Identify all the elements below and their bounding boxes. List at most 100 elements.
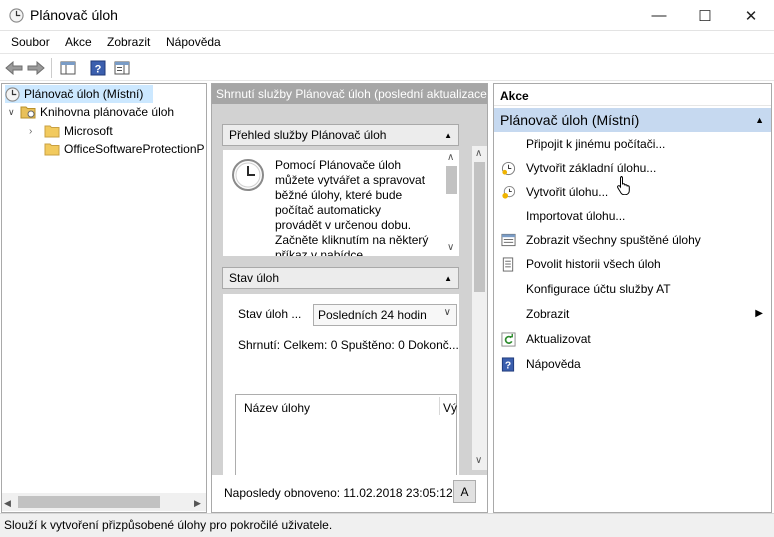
action-label: Zobrazit — [526, 307, 570, 321]
clock-icon — [5, 86, 20, 102]
console-tree-icon — [60, 61, 76, 75]
scroll-thumb[interactable] — [474, 162, 485, 292]
status-bar: Slouží k vytvoření přizpůsobené úlohy pr… — [0, 513, 774, 537]
summary-header: Shrnutí služby Plánovač úloh (poslední a… — [212, 84, 487, 104]
tree-item-office-protection[interactable]: OfficeSoftwareProtectionP — [29, 140, 205, 158]
overview-text: Pomocí Plánovače úloh můžete vytvářet a … — [275, 158, 429, 256]
forward-arrow-icon — [27, 61, 45, 75]
toolbar-separator — [51, 58, 52, 78]
hand-cursor-icon — [617, 176, 630, 195]
actions-header: Akce — [494, 84, 771, 106]
action-enable-history[interactable]: Povolit historii všech úloh — [495, 252, 771, 276]
action-label: Zobrazit všechny spuštěné úlohy — [526, 233, 701, 247]
action-label: Vytvořit úlohu... — [526, 185, 609, 199]
clock-icon — [9, 8, 24, 23]
action-label: Nápověda — [526, 357, 581, 371]
status-period-value: Posledních 24 hodin — [318, 308, 427, 322]
show-hide-action-pane-button[interactable] — [112, 58, 132, 78]
tree-item-root[interactable]: Plánovač úloh (Místní) — [5, 85, 153, 103]
overview-body: Pomocí Plánovače úloh můžete vytvářet a … — [223, 150, 459, 256]
close-icon: ✕ — [744, 7, 758, 25]
column-divider[interactable] — [439, 397, 440, 415]
column-header-result[interactable]: Vý — [443, 401, 457, 415]
action-label: Aktualizovat — [526, 332, 591, 346]
action-pane-icon — [114, 61, 130, 75]
action-import-task[interactable]: Importovat úlohu... — [495, 204, 771, 228]
svg-text:?: ? — [505, 360, 511, 371]
svg-text:?: ? — [95, 64, 102, 76]
submenu-arrow-icon: ▶ — [755, 308, 763, 319]
forward-button[interactable] — [26, 58, 46, 78]
action-label: Konfigurace účtu služby AT — [526, 282, 671, 296]
console-tree[interactable]: Plánovač úloh (Místní) ∨ Knihovna plánov… — [1, 83, 207, 513]
menu-help[interactable]: Nápověda — [166, 35, 221, 49]
action-show-running-tasks[interactable]: Zobrazit všechny spuštěné úlohy — [495, 228, 771, 252]
action-view[interactable]: Zobrazit ▶ — [495, 302, 771, 326]
scroll-up-icon[interactable]: ∧ — [475, 148, 482, 159]
maximize-button[interactable]: ☐ — [682, 0, 728, 31]
library-folder-icon — [20, 106, 36, 119]
action-label: Povolit historii všech úloh — [526, 257, 661, 271]
status-label: Stav úloh ... — [238, 307, 302, 321]
title-bar[interactable]: Plánovač úloh — ☐ ✕ — [0, 0, 774, 31]
tree-item-library[interactable]: ∨ Knihovna plánovače úloh — [8, 103, 174, 121]
summary-scrollbar[interactable]: ∧ ∨ — [472, 146, 487, 470]
action-create-task[interactable]: Vytvořit úlohu... — [495, 180, 771, 204]
tree-item-microsoft[interactable]: › Microsoft — [29, 122, 113, 140]
minimize-icon: — — [651, 7, 667, 24]
running-tasks-icon — [500, 232, 516, 248]
scroll-down-icon[interactable]: ∨ — [447, 242, 454, 253]
action-connect[interactable]: Připojit k jinému počítači... — [495, 132, 771, 156]
help-icon: ? — [90, 60, 106, 76]
action-create-basic-task[interactable]: Vytvořit základní úlohu... — [495, 156, 771, 180]
refresh-icon — [500, 331, 516, 347]
task-list[interactable]: Název úlohy Vý — [235, 394, 457, 484]
folder-icon — [44, 143, 60, 155]
back-arrow-icon — [5, 61, 23, 75]
action-label: Importovat úlohu... — [526, 209, 626, 223]
overview-section-header[interactable]: Přehled služby Plánovač úloh ▲ — [222, 124, 459, 146]
scroll-thumb[interactable] — [18, 496, 160, 508]
folder-icon — [44, 125, 60, 137]
refresh-button[interactable]: A — [453, 480, 476, 503]
status-period-select[interactable]: Posledních 24 hodin ∨ — [313, 304, 457, 326]
action-help[interactable]: ? Nápověda — [495, 352, 771, 376]
help-button[interactable]: ? — [88, 58, 108, 78]
collapse-icon[interactable]: ▲ — [444, 274, 452, 283]
status-title: Stav úloh — [229, 271, 280, 285]
overview-scrollbar[interactable]: ∧ ∨ — [444, 150, 459, 256]
menu-action[interactable]: Akce — [65, 35, 92, 49]
scroll-down-icon[interactable]: ∨ — [475, 455, 482, 466]
menu-bar: Soubor Akce Zobrazit Nápověda — [0, 31, 774, 53]
tree-horizontal-scrollbar[interactable]: ◀ ▶ — [2, 493, 206, 511]
actions-pane: Akce Plánovač úloh (Místní) ▲ Připojit k… — [493, 83, 772, 513]
minimize-button[interactable]: — — [636, 0, 682, 31]
tree-office-label: OfficeSoftwareProtectionP — [64, 142, 205, 156]
action-refresh[interactable]: Aktualizovat — [495, 327, 771, 351]
basic-task-icon — [500, 160, 516, 176]
help-icon: ? — [500, 356, 516, 372]
scroll-left-icon[interactable]: ◀ — [4, 498, 11, 509]
maximize-icon: ☐ — [698, 7, 712, 25]
close-button[interactable]: ✕ — [728, 0, 774, 31]
status-text: Slouží k vytvoření přizpůsobené úlohy pr… — [4, 518, 333, 532]
menu-view[interactable]: Zobrazit — [107, 35, 150, 49]
status-section-header[interactable]: Stav úloh ▲ — [222, 267, 459, 289]
column-header-name[interactable]: Název úlohy — [244, 401, 310, 415]
toolbar: ? — [0, 53, 774, 81]
status-summary: Shrnutí: Celkem: 0 Spuštěno: 0 Dokonč... — [238, 338, 459, 352]
collapse-icon[interactable]: ▲ — [755, 115, 764, 125]
scroll-up-icon[interactable]: ∧ — [447, 152, 454, 163]
back-button[interactable] — [4, 58, 24, 78]
menu-file[interactable]: Soubor — [11, 35, 50, 49]
tree-root-label: Plánovač úloh (Místní) — [24, 87, 144, 101]
scroll-thumb[interactable] — [446, 166, 457, 194]
show-hide-tree-button[interactable] — [58, 58, 78, 78]
actions-group-header[interactable]: Plánovač úloh (Místní) ▲ — [494, 108, 771, 132]
scroll-right-icon[interactable]: ▶ — [194, 498, 201, 509]
actions-group-title: Plánovač úloh (Místní) — [500, 112, 640, 128]
window-title: Plánovač úloh — [30, 7, 118, 23]
collapse-icon[interactable]: ▲ — [444, 131, 452, 140]
overview-title: Přehled služby Plánovač úloh — [229, 128, 387, 142]
action-configure-at-account[interactable]: Konfigurace účtu služby AT — [495, 277, 771, 301]
